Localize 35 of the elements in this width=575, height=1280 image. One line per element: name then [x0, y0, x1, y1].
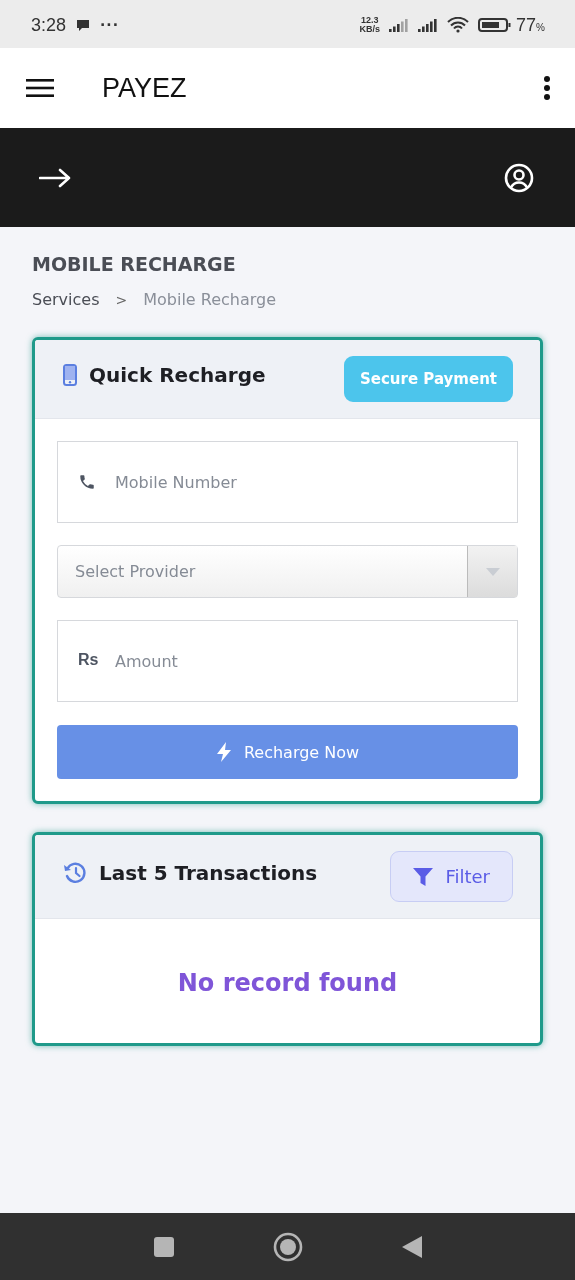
mobile-number-field[interactable]: Mobile Number — [57, 441, 518, 523]
user-account-icon[interactable] — [504, 162, 534, 193]
app-title: PAYEZ — [102, 72, 188, 104]
chat-bubble-icon — [75, 17, 92, 33]
signal-icon — [389, 18, 410, 32]
history-icon — [63, 861, 87, 884]
page-title: MOBILE RECHARGE — [32, 253, 237, 275]
battery-percent: 77% — [516, 14, 545, 36]
battery-icon — [478, 17, 513, 33]
filter-button[interactable]: Filter — [390, 851, 513, 902]
mobile-phone-icon — [63, 364, 77, 386]
breadcrumb-item: Mobile Recharge — [143, 290, 277, 309]
lightning-bolt-icon — [215, 742, 232, 762]
card-title: Quick Recharge — [89, 363, 266, 387]
recharge-now-button[interactable]: Recharge Now — [57, 725, 518, 779]
more-notifications-icon: ··· — [100, 17, 119, 33]
filter-icon — [413, 867, 434, 886]
wifi-icon — [447, 17, 470, 33]
breadcrumb-item[interactable]: Services — [32, 290, 100, 309]
secure-payment-badge: Secure Payment — [343, 356, 513, 402]
menu-icon[interactable] — [26, 78, 54, 98]
card-title: Last 5 Transactions — [99, 860, 318, 885]
arrow-right-icon[interactable] — [39, 167, 71, 188]
empty-message: No record found — [177, 969, 398, 997]
back-button-icon[interactable] — [400, 1234, 423, 1259]
network-speed: 12.3 KB/s — [359, 16, 381, 34]
provider-dropdown[interactable]: Select Provider — [57, 545, 518, 598]
more-options-icon[interactable] — [543, 76, 551, 100]
dropdown-arrow-icon — [485, 567, 500, 576]
recents-button-icon[interactable] — [152, 1235, 175, 1258]
breadcrumb-separator: > — [115, 291, 128, 308]
signal-icon — [418, 18, 439, 32]
clock-time: 3:28 — [31, 14, 67, 36]
rupee-symbol: Rs — [78, 651, 99, 669]
home-button-icon[interactable] — [272, 1231, 303, 1262]
